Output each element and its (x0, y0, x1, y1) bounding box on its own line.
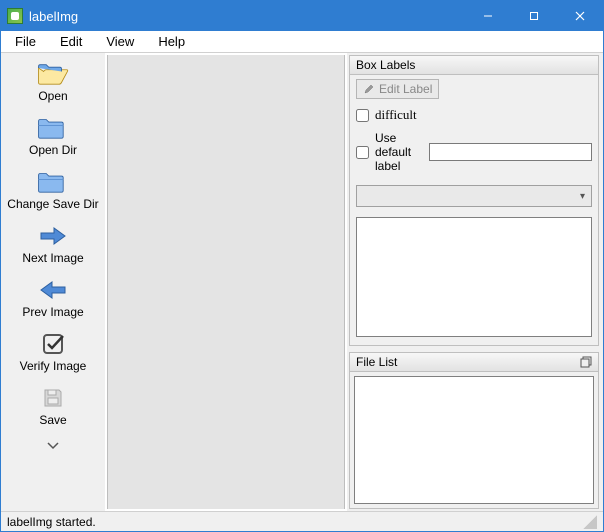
box-labels-title: Box Labels (356, 58, 415, 72)
resize-grip[interactable] (583, 515, 597, 529)
menu-view[interactable]: View (96, 32, 144, 51)
file-list-panel (349, 372, 599, 509)
main-area: Open Open Dir Change Save Dir (1, 53, 603, 511)
box-labels-panel: Edit Label difficult Use default label ▾ (349, 75, 599, 346)
undock-icon[interactable] (580, 356, 592, 368)
app-icon (7, 8, 23, 24)
save-label: Save (39, 413, 66, 427)
arrow-right-icon (34, 223, 72, 249)
default-label-row: Use default label (356, 131, 592, 173)
menu-edit[interactable]: Edit (50, 32, 92, 51)
verify-image-label: Verify Image (20, 359, 87, 373)
file-list-header: File List (349, 352, 599, 372)
window-title: labelImg (29, 9, 465, 24)
toolbar-more-chevron[interactable] (5, 435, 101, 457)
file-list-title: File List (356, 355, 397, 369)
prev-image-label: Prev Image (22, 305, 83, 319)
default-label-input[interactable] (429, 143, 592, 161)
chevron-down-icon: ▾ (580, 191, 585, 202)
change-save-dir-label: Change Save Dir (7, 197, 98, 211)
status-message: labelImg started. (7, 515, 96, 529)
edit-label-text: Edit Label (379, 82, 432, 96)
next-image-button[interactable]: Next Image (5, 219, 101, 271)
difficult-row: difficult (356, 107, 592, 123)
floppy-disk-icon (34, 385, 72, 411)
open-dir-label: Open Dir (29, 143, 77, 157)
open-label: Open (38, 89, 67, 103)
minimize-button[interactable] (465, 1, 511, 31)
next-image-label: Next Image (22, 251, 83, 265)
status-bar: labelImg started. (1, 511, 603, 531)
prev-image-button[interactable]: Prev Image (5, 273, 101, 325)
arrow-left-icon (34, 277, 72, 303)
label-list[interactable] (356, 217, 592, 337)
open-dir-button[interactable]: Open Dir (5, 111, 101, 163)
use-default-label-text: Use default label (375, 131, 423, 173)
difficult-checkbox[interactable] (356, 109, 369, 122)
menu-file[interactable]: File (5, 32, 46, 51)
left-toolbar: Open Open Dir Change Save Dir (1, 53, 105, 511)
box-labels-header: Box Labels (349, 55, 599, 75)
folder-icon (34, 115, 72, 141)
folder-icon (34, 169, 72, 195)
verify-image-button[interactable]: Verify Image (5, 327, 101, 379)
chevron-down-icon (47, 442, 59, 450)
right-panel: Box Labels Edit Label difficult Use defa… (347, 53, 603, 511)
open-button[interactable]: Open (5, 57, 101, 109)
check-square-icon (34, 331, 72, 357)
image-canvas[interactable] (107, 55, 345, 509)
menu-bar: File Edit View Help (1, 31, 603, 53)
change-save-dir-button[interactable]: Change Save Dir (5, 165, 101, 217)
file-list[interactable] (354, 376, 594, 504)
use-default-label-checkbox[interactable] (356, 146, 369, 159)
close-button[interactable] (557, 1, 603, 31)
label-combo[interactable]: ▾ (356, 185, 592, 207)
folder-open-icon (34, 61, 72, 87)
menu-help[interactable]: Help (148, 32, 195, 51)
maximize-button[interactable] (511, 1, 557, 31)
difficult-label: difficult (375, 107, 417, 123)
window-controls (465, 1, 603, 31)
save-button[interactable]: Save (5, 381, 101, 433)
pencil-icon (363, 83, 375, 95)
title-bar: labelImg (1, 1, 603, 31)
edit-label-button[interactable]: Edit Label (356, 79, 439, 99)
